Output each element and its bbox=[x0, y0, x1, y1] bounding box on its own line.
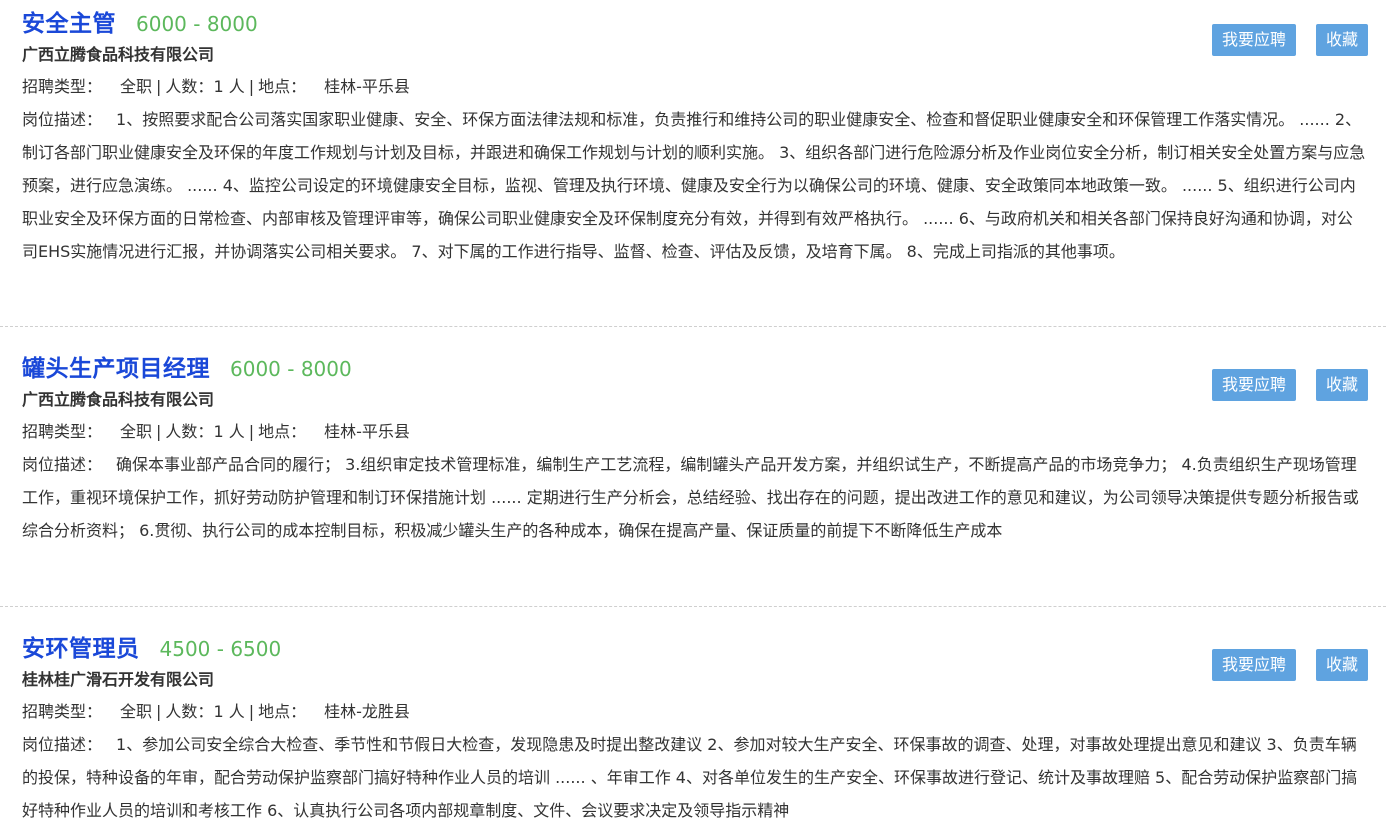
job-title-link[interactable]: 安全主管 bbox=[22, 4, 116, 38]
job-card: 安全主管 6000 - 8000 广西立腾食品科技有限公司 招聘类型： 全职 | 人数… bbox=[0, 0, 1386, 326]
count-label: 人数： bbox=[165, 702, 214, 721]
job-meta: 招聘类型： 全职 | 人数：1 人 | 地点： 桂林-平乐县 bbox=[22, 70, 1364, 103]
job-type: 全职 bbox=[120, 422, 153, 441]
job-list: 安全主管 6000 - 8000 广西立腾食品科技有限公司 招聘类型： 全职 | 人数… bbox=[0, 0, 1386, 835]
job-salary: 6000 - 8000 bbox=[230, 357, 352, 381]
company-name: 广西立腾食品科技有限公司 bbox=[22, 390, 215, 409]
desc-label: 岗位描述： bbox=[22, 455, 103, 474]
save-button[interactable]: 收藏 bbox=[1315, 24, 1368, 56]
job-count: 1 人 bbox=[213, 422, 245, 441]
job-description: 岗位描述： 1、按照要求配合公司落实国家职业健康、安全、环保方面法律法规和标准，负… bbox=[22, 103, 1368, 268]
job-type: 全职 bbox=[120, 77, 153, 96]
location-label: 地点： bbox=[258, 702, 307, 721]
separator: | bbox=[248, 702, 255, 721]
job-actions: 我要应聘 收藏 bbox=[1211, 369, 1368, 401]
company-name: 广西立腾食品科技有限公司 bbox=[22, 45, 215, 64]
count-label: 人数： bbox=[165, 77, 214, 96]
job-salary: 6000 - 8000 bbox=[136, 12, 258, 36]
job-meta: 招聘类型： 全职 | 人数：1 人 | 地点： 桂林-龙胜县 bbox=[22, 695, 1364, 728]
separator: | bbox=[156, 422, 162, 441]
separator: | bbox=[156, 77, 162, 96]
location-label: 地点： bbox=[258, 77, 307, 96]
separator: | bbox=[248, 77, 255, 96]
desc-label: 岗位描述： bbox=[22, 110, 103, 129]
desc-label: 岗位描述： bbox=[22, 735, 103, 754]
job-salary: 4500 - 6500 bbox=[159, 637, 282, 661]
job-actions: 我要应聘 收藏 bbox=[1211, 24, 1368, 56]
type-label: 招聘类型： bbox=[22, 77, 103, 96]
job-title-link[interactable]: 安环管理员 bbox=[22, 629, 140, 663]
apply-button[interactable]: 我要应聘 bbox=[1211, 649, 1296, 681]
type-label: 招聘类型： bbox=[22, 422, 103, 441]
job-header: 罐头生产项目经理 6000 - 8000 bbox=[22, 349, 1364, 383]
separator: | bbox=[156, 702, 162, 721]
location-label: 地点： bbox=[258, 422, 307, 441]
apply-button[interactable]: 我要应聘 bbox=[1211, 369, 1296, 401]
desc-text: 1、参加公司安全综合大检查、季节性和节假日大检查，发现隐患及时提出整改建议 2、… bbox=[22, 735, 1358, 820]
job-count: 1 人 bbox=[213, 702, 245, 721]
job-header: 安全主管 6000 - 8000 bbox=[22, 4, 1364, 38]
job-header: 安环管理员 4500 - 6500 bbox=[22, 629, 1364, 663]
desc-text: 1、按照要求配合公司落实国家职业健康、安全、环保方面法律法规和标准，负责推行和维… bbox=[22, 110, 1366, 261]
count-label: 人数： bbox=[165, 422, 214, 441]
job-title-link[interactable]: 罐头生产项目经理 bbox=[22, 349, 210, 383]
desc-text: 确保本事业部产品合同的履行； 3.组织审定技术管理标准，编制生产工艺流程，编制罐… bbox=[22, 455, 1359, 540]
job-location: 桂林-龙胜县 bbox=[324, 702, 410, 721]
job-type: 全职 bbox=[120, 702, 153, 721]
save-button[interactable]: 收藏 bbox=[1315, 369, 1368, 401]
job-meta: 招聘类型： 全职 | 人数：1 人 | 地点： 桂林-平乐县 bbox=[22, 415, 1364, 448]
apply-button[interactable]: 我要应聘 bbox=[1211, 24, 1296, 56]
type-label: 招聘类型： bbox=[22, 702, 103, 721]
job-description: 岗位描述： 1、参加公司安全综合大检查、季节性和节假日大检查，发现隐患及时提出整改… bbox=[22, 728, 1368, 827]
job-card: 罐头生产项目经理 6000 - 8000 广西立腾食品科技有限公司 招聘类型： 全… bbox=[0, 326, 1386, 606]
separator: | bbox=[248, 422, 255, 441]
company-name: 桂林桂广滑石开发有限公司 bbox=[22, 670, 215, 689]
job-location: 桂林-平乐县 bbox=[324, 77, 410, 96]
job-location: 桂林-平乐县 bbox=[324, 422, 410, 441]
save-button[interactable]: 收藏 bbox=[1315, 649, 1368, 681]
job-card: 安环管理员 4500 - 6500 桂林桂广滑石开发有限公司 招聘类型： 全职 | 人… bbox=[0, 606, 1386, 835]
job-actions: 我要应聘 收藏 bbox=[1211, 649, 1368, 681]
job-description: 岗位描述： 确保本事业部产品合同的履行； 3.组织审定技术管理标准，编制生产工艺流… bbox=[22, 448, 1368, 547]
job-count: 1 人 bbox=[213, 77, 245, 96]
